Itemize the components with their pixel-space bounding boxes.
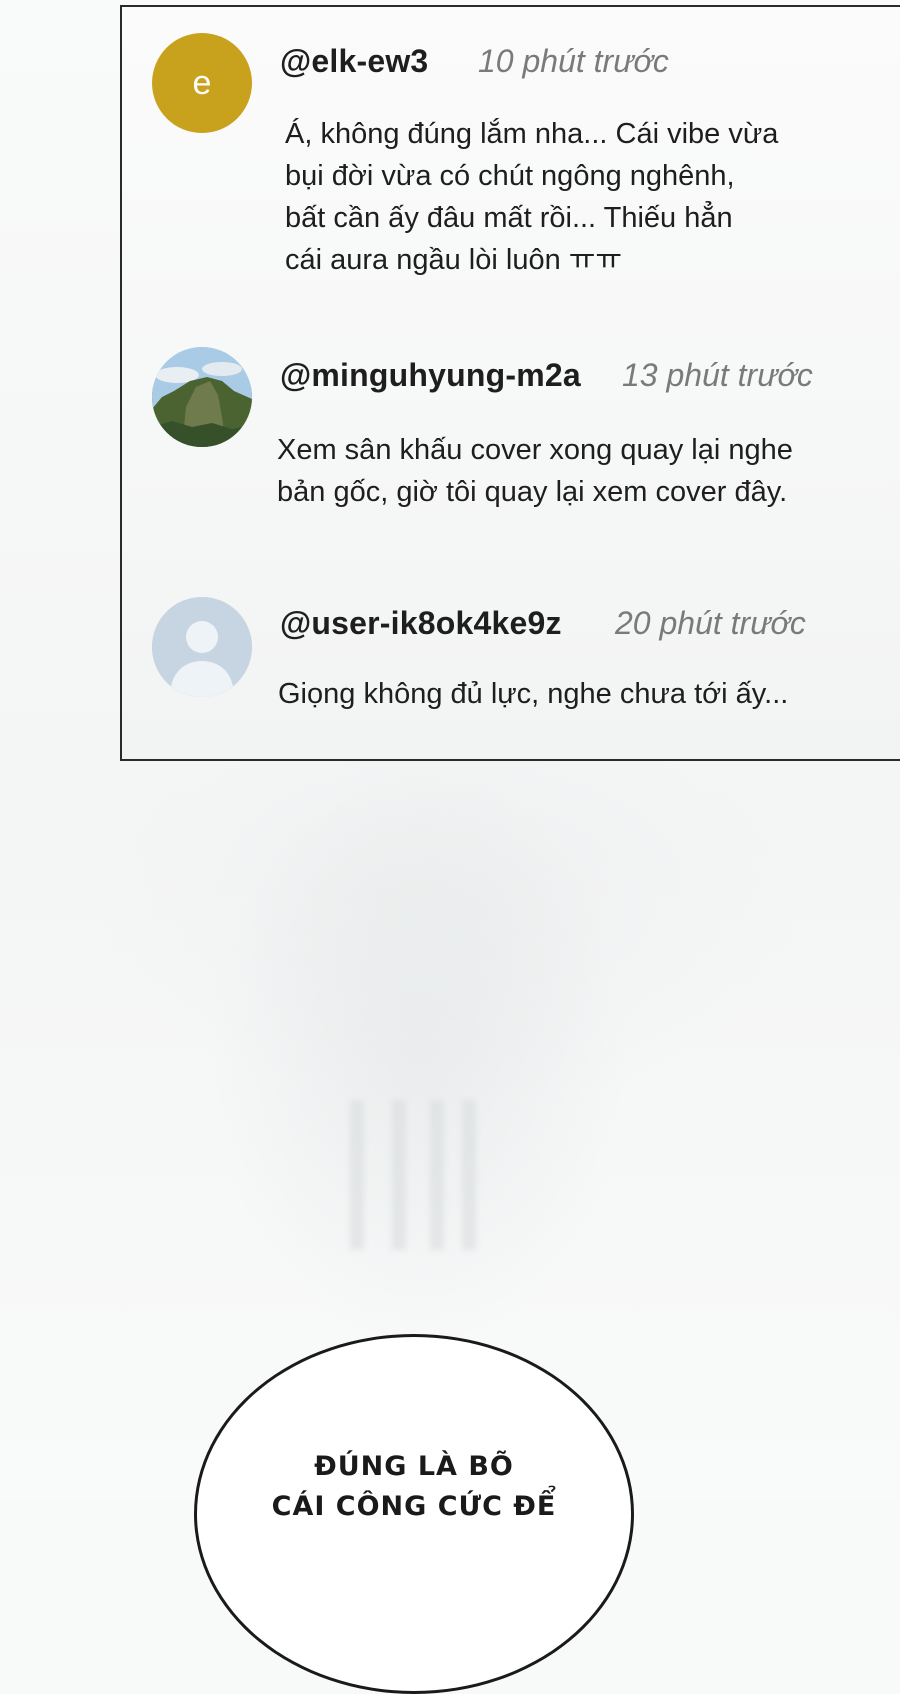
comment-text-line: bản gốc, giờ tôi quay lại xem cover đây. <box>277 476 788 508</box>
comment-text: Á, không đúng lắm nha... Cái vibe vừa bụ… <box>285 113 778 281</box>
default-user-icon <box>152 597 252 697</box>
comment-text-line: Xem sân khấu cover xong quay lại nghe <box>277 434 793 466</box>
avatar[interactable] <box>152 597 252 697</box>
comment-username[interactable]: @minguhyung-m2a <box>280 357 581 394</box>
speech-bubble: ĐÚNG LÀ BÕ CÁI CÔNG CỨC ĐỂ <box>194 1334 634 1694</box>
comment-username[interactable]: @user-ik8ok4ke9z <box>280 605 562 642</box>
comment-timestamp: 20 phút trước <box>615 605 806 641</box>
landscape-photo-icon <box>152 347 252 447</box>
comment-timestamp: 10 phút trước <box>478 43 669 79</box>
speech-bubble-text: CÁI CÔNG CỨC ĐỂ <box>271 1491 557 1522</box>
comment-timestamp: 13 phút trước <box>622 357 813 393</box>
background-detail <box>350 1100 364 1250</box>
background-detail <box>462 1100 476 1250</box>
comment-text-line: Giọng không đủ lực, nghe chưa tới ấy... <box>278 678 789 710</box>
comment-text: Xem sân khấu cover xong quay lại nghe bả… <box>277 429 793 513</box>
comment-text: Giọng không đủ lực, nghe chưa tới ấy... <box>278 673 788 715</box>
background-detail <box>430 1100 444 1250</box>
comment-panel: e @elk-ew3 10 phút trước Á, không đúng l… <box>120 5 900 761</box>
comment-text-line: cái aura ngầu lòi luôn ㅠㅠ <box>285 244 623 276</box>
comment-text-line: Á, không đúng lắm nha... Cái vibe vừa <box>285 118 779 150</box>
comment-username[interactable]: @elk-ew3 <box>280 43 428 80</box>
comment-text-line: bụi đời vừa có chút ngông nghênh, <box>285 160 735 192</box>
avatar[interactable]: e <box>152 33 252 133</box>
avatar-letter: e <box>192 63 212 102</box>
comment-text-line: bất cần ấy đâu mất rồi... Thiếu hẳn <box>285 202 733 234</box>
background-detail <box>392 1100 406 1250</box>
speech-bubble-text: ĐÚNG LÀ BÕ <box>314 1451 514 1482</box>
avatar[interactable] <box>152 347 252 447</box>
